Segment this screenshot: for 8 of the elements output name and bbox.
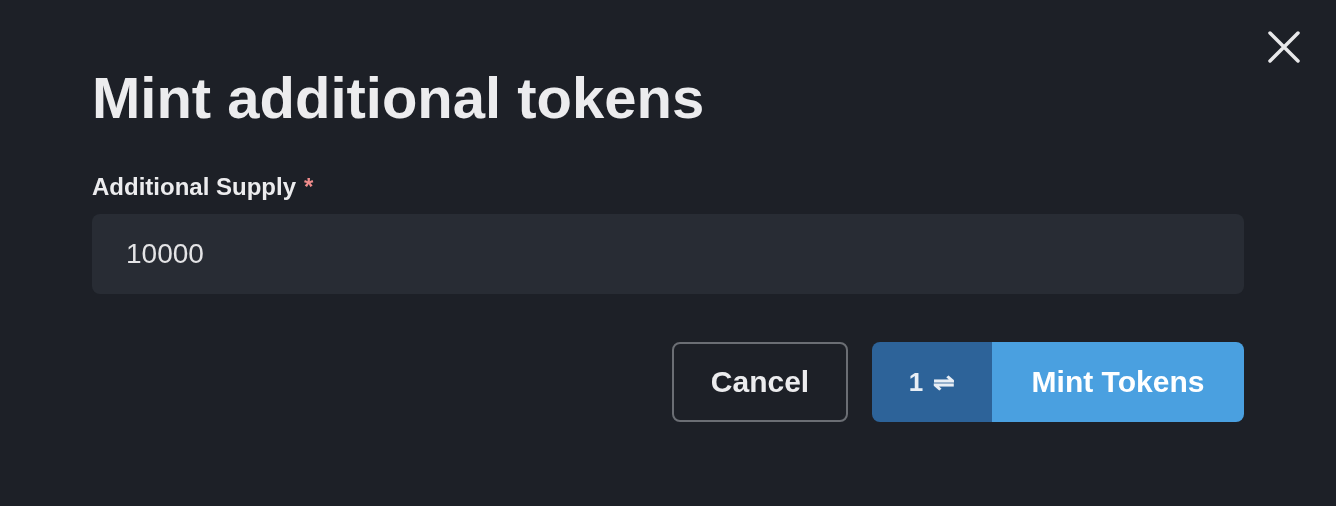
field-label: Additional Supply (92, 172, 296, 202)
required-mark: * (304, 172, 314, 202)
transaction-count-button[interactable]: 1 ⇌ (872, 342, 992, 422)
close-icon (1268, 31, 1300, 63)
close-button[interactable] (1268, 31, 1300, 63)
cancel-button[interactable]: Cancel (672, 342, 848, 422)
supply-input[interactable]: 10000 (92, 214, 1244, 294)
dialog-title: Mint additional tokens (92, 64, 706, 132)
